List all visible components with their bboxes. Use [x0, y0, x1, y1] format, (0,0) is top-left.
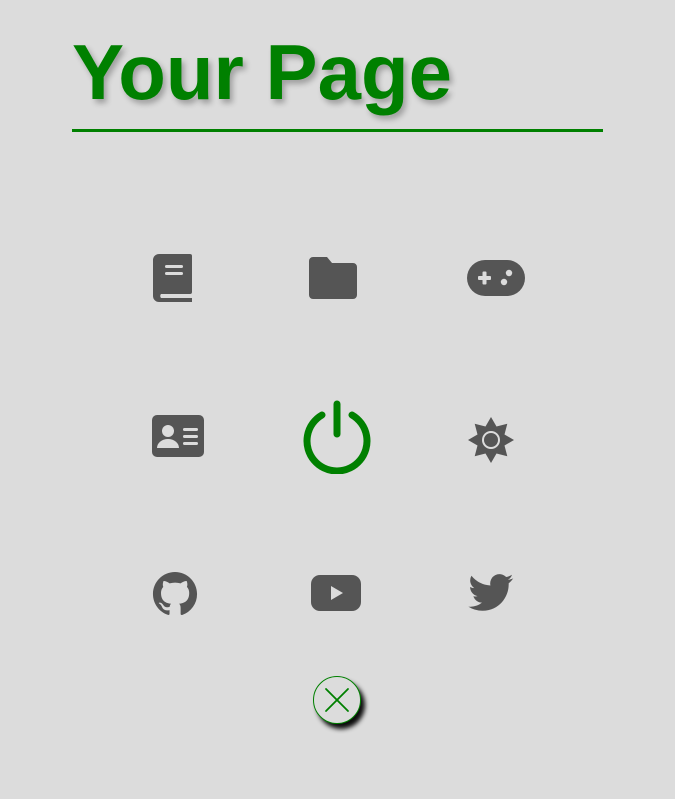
- contact-card-button[interactable]: [148, 412, 208, 460]
- sun-icon: [468, 417, 514, 463]
- book-icon: [153, 254, 192, 302]
- close-icon: [325, 688, 349, 712]
- page: Your Page: [0, 0, 675, 799]
- brightness-button[interactable]: [464, 414, 518, 466]
- gamepad-button[interactable]: [464, 256, 528, 300]
- page-title: Your Page: [72, 28, 452, 116]
- folder-button[interactable]: [306, 254, 360, 302]
- book-button[interactable]: [148, 252, 198, 304]
- youtube-icon: [311, 575, 361, 611]
- folder-icon: [309, 257, 357, 299]
- id-card-icon: [152, 415, 204, 457]
- twitter-icon: [468, 574, 514, 611]
- gamepad-icon: [467, 260, 525, 296]
- power-button[interactable]: [298, 396, 376, 476]
- twitter-button[interactable]: [464, 568, 518, 618]
- title-divider: [72, 129, 603, 132]
- close-button[interactable]: [313, 676, 361, 724]
- github-button[interactable]: [148, 568, 202, 620]
- github-icon: [152, 571, 198, 616]
- power-icon: [303, 400, 371, 474]
- youtube-button[interactable]: [306, 568, 366, 618]
